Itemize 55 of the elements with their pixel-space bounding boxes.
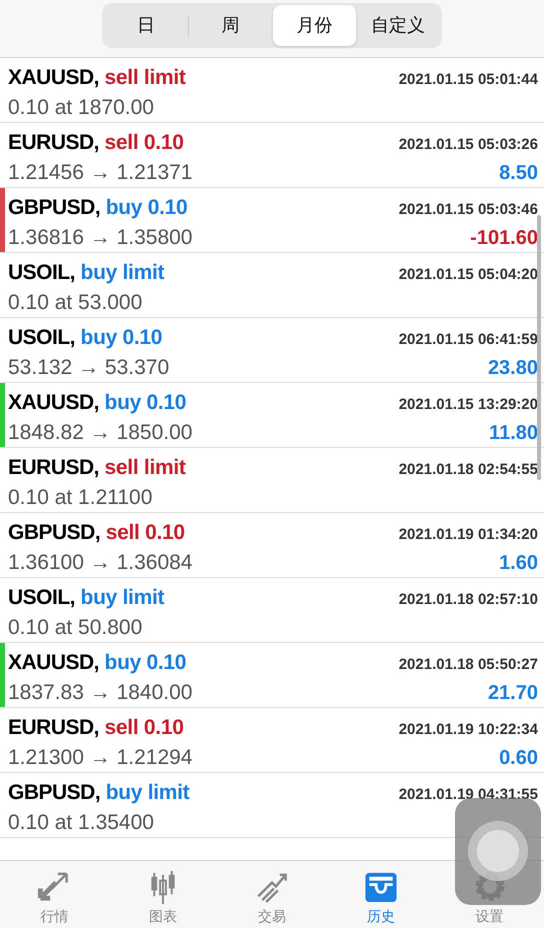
profit-value: 23.80 [488,356,538,381]
order-time: 2021.01.15 05:01:44 [398,70,538,90]
order-row[interactable]: USOIL, buy limit 2021.01.18 02:57:10 0.10 at 50.800 [0,578,544,643]
order-detail: 0.10 at 1.21100 [8,485,152,511]
period-tab[interactable]: 日 [104,5,188,46]
order-time: 2021.01.18 05:50:27 [398,655,538,675]
order-time: 2021.01.15 05:04:20 [398,265,538,285]
period-tab[interactable]: 自定义 [356,5,440,46]
order-time: 2021.01.15 06:41:59 [398,330,538,350]
profit-value: 11.80 [489,421,538,446]
order-detail: 53.132 → 53.370 [8,355,170,381]
order-detail: 1.21456 → 1.21371 [8,160,192,186]
order-time: 2021.01.19 10:22:34 [398,720,538,740]
period-tab[interactable]: 周 [188,5,272,46]
profit-value: 21.70 [488,681,538,706]
order-title: XAUUSD, buy 0.10 [8,650,186,676]
tab-bar-item[interactable]: 历史 [326,861,436,928]
order-detail: 1.36100 → 1.36084 [8,550,192,576]
order-detail: 0.10 at 1.35400 [8,810,154,836]
period-tab[interactable]: 月份 [272,5,356,46]
order-time: 2021.01.15 05:03:26 [398,135,538,155]
order-time: 2021.01.18 02:57:10 [398,590,538,610]
order-title: XAUUSD, buy 0.10 [8,390,186,416]
order-time: 2021.01.19 01:34:20 [398,525,538,545]
order-title: GBPUSD, buy limit [8,780,190,806]
order-title: GBPUSD, sell 0.10 [8,520,185,546]
profit-value: 0.60 [499,746,538,771]
profit-value: 1.60 [499,551,538,576]
order-row[interactable]: EURUSD, sell 0.10 2021.01.19 10:22:34 1.21300 → 1.21294 0.60 [0,708,544,773]
profit-value: -101.60 [470,226,538,251]
order-detail: 1.36816 → 1.35800 [8,225,192,251]
order-detail: 0.10 at 53.000 [8,290,142,316]
order-time: 2021.01.18 02:54:55 [398,460,538,480]
order-title: GBPUSD, buy 0.10 [8,195,188,221]
profit-value: 8.50 [499,161,538,186]
order-detail: 0.10 at 1870.00 [8,95,154,121]
order-title: EURUSD, sell 0.10 [8,715,184,741]
order-row[interactable]: XAUUSD, sell limit 2021.01.15 05:01:44 0.10 at 1870.00 [0,58,544,123]
order-title: USOIL, buy limit [8,585,164,611]
order-title: USOIL, buy limit [8,260,164,286]
order-row[interactable]: EURUSD, sell 0.10 2021.01.15 05:03:26 1.21456 → 1.21371 8.50 [0,123,544,188]
order-title: EURUSD, sell 0.10 [8,130,184,156]
order-detail: 1837.83 → 1840.00 [8,680,192,706]
assistive-touch-menu[interactable] [455,798,541,905]
order-title: XAUUSD, sell limit [8,65,186,91]
order-time: 2021.01.15 13:29:20 [398,395,538,415]
order-title: USOIL, buy 0.10 [8,325,162,351]
order-detail: 1.21300 → 1.21294 [8,745,192,771]
order-row[interactable]: GBPUSD, sell 0.10 2021.01.19 01:34:20 1.36100 → 1.36084 1.60 [0,513,544,578]
order-detail: 1848.82 → 1850.00 [8,420,192,446]
order-title: EURUSD, sell limit [8,455,186,481]
order-row[interactable]: XAUUSD, buy 0.10 2021.01.18 05:50:27 1837.83 → 1840.00 21.70 [0,643,544,708]
order-detail: 0.10 at 50.800 [8,615,142,641]
order-time: 2021.01.19 04:31:55 [398,785,538,805]
order-time: 2021.01.15 05:03:46 [398,200,538,220]
